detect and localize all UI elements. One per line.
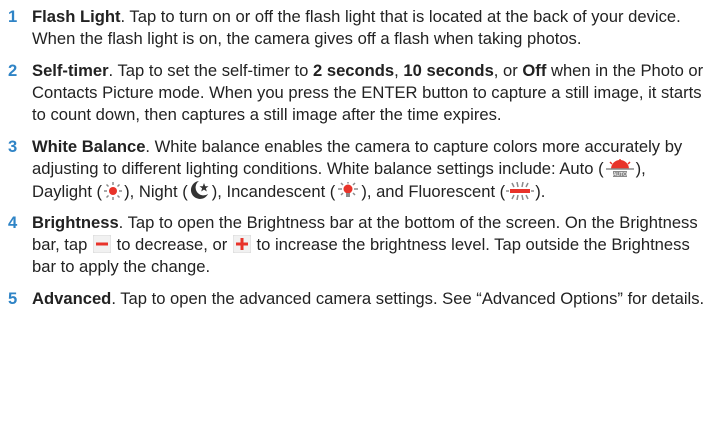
item-text: . Tap to open the advanced camera settin…	[111, 289, 705, 309]
item-term: Flash Light	[32, 7, 121, 26]
svg-text:AUTO: AUTO	[613, 172, 627, 177]
auto-white-balance-icon: AUTO	[605, 158, 635, 177]
list-item-brightness: 4 Brightness. Tap to open the Brightness…	[0, 212, 721, 278]
list-item-advanced: 5 Advanced. Tap to open the advanced cam…	[0, 288, 721, 310]
item-text: to decrease, or	[111, 235, 232, 255]
item-number: 4	[8, 213, 18, 233]
item-number: 2	[8, 60, 18, 80]
option-10-seconds: 10 seconds	[403, 60, 494, 80]
list-item-flash-light: 1 Flash Light. Tap to turn on or off the…	[0, 6, 721, 50]
item-term: White Balance	[32, 136, 146, 156]
item-number: 1	[8, 7, 18, 26]
item-number: 5	[8, 289, 18, 309]
item-text: ), Night (	[124, 181, 188, 201]
settings-list: 1 Flash Light. Tap to turn on or off the…	[0, 0, 721, 310]
fluorescent-icon	[506, 181, 535, 200]
night-icon	[189, 180, 211, 200]
item-text: , or	[493, 60, 523, 80]
item-term: Self-timer	[32, 60, 109, 80]
item-text: ), and Fluorescent (	[361, 181, 506, 201]
plus-icon	[232, 235, 251, 254]
option-off: Off	[522, 60, 547, 80]
incandescent-icon	[336, 181, 360, 200]
item-text: . Tap to turn on or off the flash light …	[32, 7, 681, 48]
list-item-self-timer: 2 Self-timer. Tap to set the self-timer …	[0, 60, 721, 126]
minus-icon	[92, 235, 111, 254]
item-text: . Tap to set the self-timer to	[108, 60, 313, 80]
item-text: ), Incandescent (	[211, 181, 336, 201]
item-term: Brightness	[32, 213, 119, 233]
item-number: 3	[8, 136, 18, 156]
item-term: Advanced	[32, 289, 112, 309]
item-text: ).	[535, 181, 546, 201]
option-2-seconds: 2 seconds	[313, 60, 395, 80]
daylight-icon	[103, 181, 123, 200]
list-item-white-balance: 3 White Balance. White balance enables t…	[0, 136, 721, 203]
